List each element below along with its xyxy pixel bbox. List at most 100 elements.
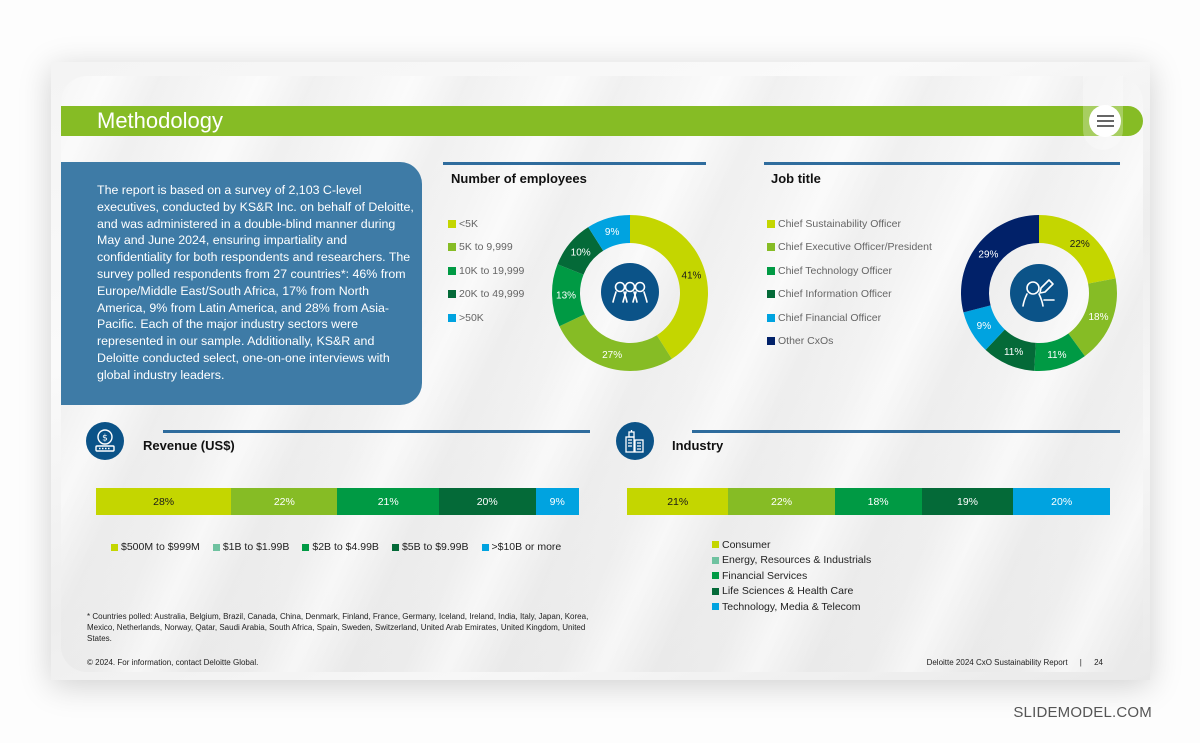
legend-label: 20K to 49,999 bbox=[459, 288, 525, 301]
legend-swatch bbox=[712, 587, 719, 595]
slide: Methodology The report is based on a sur… bbox=[51, 62, 1150, 680]
legend-swatch bbox=[712, 572, 719, 580]
employees-legend: <5K 5K to 9,999 10K to 19,999 20K to 49,999… bbox=[448, 212, 524, 330]
donut-label-20k-to-49-999: 10% bbox=[571, 248, 591, 259]
donut-label-chief-executive-officer-president: 18% bbox=[1088, 312, 1108, 323]
donut-label-5k-to-9-999: 27% bbox=[602, 350, 622, 361]
legend-item-20k-to-49-999: 20K to 49,999 bbox=[448, 283, 524, 307]
legend-item-energy-resources-industrials: Energy, Resources & Industrials bbox=[712, 553, 871, 569]
legend-label: Chief Information Officer bbox=[778, 288, 892, 301]
bar-segment-energy-resources-industrials: 22% bbox=[728, 488, 835, 515]
donut-label-5k: 41% bbox=[681, 271, 701, 282]
legend-item-5k: <5K bbox=[448, 212, 524, 236]
legend-label: 5K to 9,999 bbox=[459, 241, 513, 254]
slide-title: Methodology bbox=[97, 108, 223, 133]
buildings-icon bbox=[616, 422, 654, 460]
svg-text:$: $ bbox=[102, 434, 108, 444]
legend-label: Chief Technology Officer bbox=[778, 264, 893, 277]
job-title-section-rule bbox=[764, 162, 1120, 165]
legend-item-5b-to-9-99b: $5B to $9.99B bbox=[391, 541, 469, 553]
donut-slice-5k-to-9-999 bbox=[559, 314, 672, 371]
legend-swatch bbox=[302, 543, 310, 551]
legend-swatch bbox=[767, 337, 775, 346]
legend-label: Life Sciences & Health Care bbox=[722, 585, 854, 598]
legend-label: Financial Services bbox=[722, 569, 808, 582]
donut-label-chief-information-officer: 11% bbox=[1004, 347, 1023, 358]
footer-separator: | bbox=[1079, 658, 1082, 667]
revenue-section-rule bbox=[163, 430, 590, 433]
donut-label-10k-to-19-999: 13% bbox=[556, 291, 576, 302]
legend-item-1b-to-1-99b: $1B to $1.99B bbox=[212, 541, 290, 553]
legend-item-life-sciences-health-care: Life Sciences & Health Care bbox=[712, 584, 871, 600]
bar-segment-1b-to-1-99b: 22% bbox=[231, 488, 338, 515]
legend-swatch bbox=[767, 243, 775, 252]
donut-label-chief-technology-officer: 11% bbox=[1047, 350, 1066, 361]
legend-label: >50K bbox=[459, 311, 484, 324]
countries-footnote: * Countries polled: Australia, Belgium, … bbox=[87, 612, 589, 643]
report-name: Deloitte 2024 CxO Sustainability Report bbox=[926, 658, 1068, 667]
legend-label: $5B to $9.99B bbox=[401, 541, 469, 553]
bar-segment-technology-media-telecom: 20% bbox=[1013, 488, 1110, 515]
legend-swatch bbox=[111, 543, 118, 551]
legend-item-500m-to-999m: $500M to $999M bbox=[111, 541, 200, 553]
legend-label: Chief Executive Officer/President bbox=[778, 241, 932, 254]
legend-label: Energy, Resources & Industrials bbox=[722, 554, 872, 567]
legend-label: $1B to $1.99B bbox=[222, 541, 290, 553]
donut-label-other-cxos: 29% bbox=[978, 249, 998, 260]
legend-label: Chief Financial Officer bbox=[778, 311, 882, 324]
legend-swatch bbox=[481, 543, 489, 551]
money-coin-icon: $ bbox=[86, 422, 124, 460]
hamburger-menu-icon[interactable] bbox=[1089, 105, 1121, 137]
job-title-chart-title: Job title bbox=[771, 171, 821, 186]
screenshot-canvas: Methodology The report is based on a sur… bbox=[0, 0, 1200, 743]
legend-item-technology-media-telecom: Technology, Media & Telecom bbox=[712, 599, 871, 615]
legend-swatch bbox=[448, 313, 456, 322]
legend-item-consumer: Consumer bbox=[712, 537, 871, 553]
legend-item-chief-technology-officer: Chief Technology Officer bbox=[767, 259, 932, 283]
industry-stacked-bar: 21% 22% 18% 19% 20% bbox=[627, 488, 1110, 515]
industry-legend: Consumer Energy, Resources & Industrials F… bbox=[712, 537, 871, 615]
legend-swatch bbox=[448, 219, 456, 228]
industry-chart-title: Industry bbox=[672, 438, 724, 453]
legend-swatch bbox=[391, 543, 399, 551]
legend-label: <5K bbox=[459, 217, 478, 230]
methodology-text: The report is based on a survey of 2,103… bbox=[97, 183, 414, 382]
job-title-legend: Chief Sustainability Officer Chief Execut… bbox=[767, 212, 932, 353]
legend-item-2b-to-4-99b: $2B to $4.99B bbox=[302, 541, 379, 553]
legend-label: $2B to $4.99B bbox=[312, 541, 379, 553]
employees-section-rule bbox=[443, 162, 706, 165]
slide-content-area: Methodology The report is based on a sur… bbox=[61, 76, 1143, 672]
legend-label: Other CxOs bbox=[778, 335, 834, 348]
industry-section-rule bbox=[692, 430, 1120, 433]
watermark: SLIDEMODEL.COM bbox=[1013, 704, 1152, 721]
page-number: 24 bbox=[1094, 658, 1103, 667]
legend-item-financial-services: Financial Services bbox=[712, 568, 871, 584]
bar-segment-500m-to-999m: 28% bbox=[96, 488, 232, 515]
employees-chart-title: Number of employees bbox=[451, 171, 587, 186]
legend-swatch bbox=[767, 313, 775, 322]
legend-item-other-cxos: Other CxOs bbox=[767, 330, 932, 354]
legend-label: >$10B or more bbox=[491, 541, 562, 553]
revenue-chart-title: Revenue (US$) bbox=[143, 438, 235, 453]
title-bar bbox=[61, 106, 1143, 136]
legend-swatch bbox=[448, 266, 456, 275]
legend-item-50k: >50K bbox=[448, 306, 524, 330]
legend-item-10b-or-more: >$10B or more bbox=[481, 541, 562, 553]
legend-swatch bbox=[712, 541, 719, 549]
bar-segment-5b-to-9-99b: 20% bbox=[438, 488, 536, 515]
legend-label: Chief Sustainability Officer bbox=[778, 217, 901, 230]
legend-swatch bbox=[448, 290, 456, 299]
person-pen-icon bbox=[1010, 264, 1068, 322]
legend-item-chief-information-officer: Chief Information Officer bbox=[767, 283, 932, 307]
bar-segment-2b-to-4-99b: 21% bbox=[337, 488, 439, 515]
report-footer: Deloitte 2024 CxO Sustainability Report … bbox=[927, 658, 1103, 667]
donut-label-chief-financial-officer: 9% bbox=[977, 321, 992, 332]
legend-swatch bbox=[767, 266, 775, 275]
bar-segment-financial-services: 18% bbox=[834, 488, 922, 515]
legend-item-chief-executive-officer-president: Chief Executive Officer/President bbox=[767, 236, 932, 260]
legend-swatch bbox=[712, 603, 719, 611]
legend-label: Consumer bbox=[722, 538, 771, 551]
legend-label: $500M to $999M bbox=[121, 541, 200, 553]
legend-swatch bbox=[767, 219, 775, 228]
donut-label-chief-sustainability-officer: 22% bbox=[1070, 239, 1090, 250]
